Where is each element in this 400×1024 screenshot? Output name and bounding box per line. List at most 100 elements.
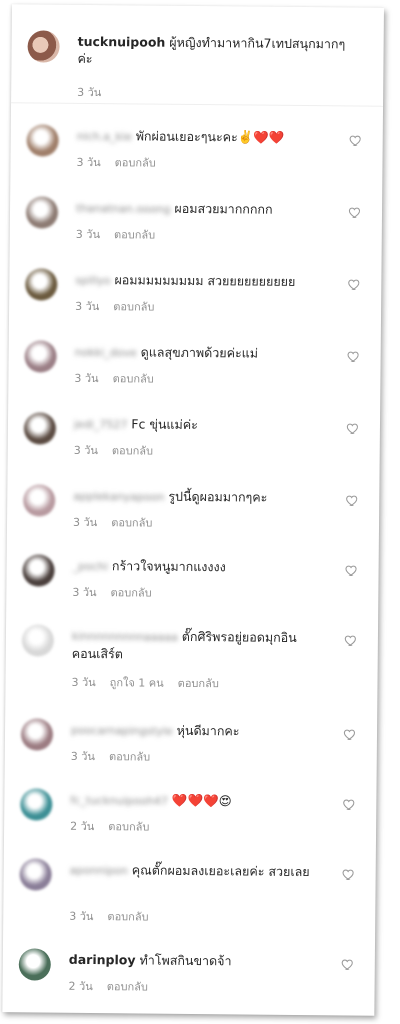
like-heart-icon[interactable] [345,563,359,577]
reply-button[interactable]: ตอบกลับ [112,444,153,457]
reply-button[interactable]: ตอบกลับ [107,980,148,993]
comment-meta: 3 วัน ตอบกลับ [71,747,164,766]
comment-username[interactable]: thanatnan.ooong [76,200,171,218]
comment-row: spillyo ผอมมมมมมมมม สวยยยยยยยยยย 3 วัน ตอบก… [9,260,382,334]
comment-text: หุ่นดีมากคะ [176,722,240,739]
like-heart-icon[interactable] [347,277,361,291]
reply-button[interactable]: ตอบกลับ [111,516,152,529]
comment-text: ผอมมมมมมมมม สวยยยยยยยยยย [114,272,296,289]
comment-row: darinploy ทำโพสกินขาดจ้า 2 วัน ตอบกลับ [2,940,375,1014]
like-heart-icon[interactable] [346,421,360,435]
like-heart-icon[interactable] [343,727,357,741]
reply-button[interactable]: ตอบกลับ [113,300,154,313]
comment-avatar[interactable] [19,858,52,891]
comment-avatar[interactable] [22,554,55,587]
comment-username[interactable]: _pochi [73,558,108,575]
comment-row: thanatnan.ooong ผอมสวยมากกกกก 3 วัน ตอบกลับ [10,188,383,262]
comment-username[interactable]: poocarnapingstyle [71,722,173,740]
comment-body: _pochi กร้าวใจหนูมากแงงงง [73,557,343,578]
comment-time: 3 วัน [71,675,96,690]
post-caption-block: tucknuipooh ผู้หญิงทำมาหากิน7เทปสนุกมากๆค… [11,4,384,108]
post-username[interactable]: tucknuipooh [78,34,166,50]
reply-button[interactable]: ตอบกลับ [107,910,148,923]
reply-button[interactable]: ตอบกลับ [108,820,149,833]
comment-avatar[interactable] [20,718,54,751]
comment-username[interactable]: nich.a_kie [77,128,132,146]
like-heart-icon[interactable] [349,133,363,147]
comment-time: 3 วัน [72,515,98,530]
comment-time: 3 วัน [73,443,98,458]
post-avatar[interactable] [27,30,60,63]
comment-username[interactable]: jedi_7527 [74,416,128,434]
comment-text: ❤️❤️❤️😍 [171,792,232,809]
comment-time: 3 วัน [70,749,96,764]
comment-avatar[interactable] [18,948,51,981]
reply-button[interactable]: ตอบกลับ [113,372,154,385]
comment-avatar[interactable] [25,268,58,301]
comment-time: 3 วัน [69,909,94,924]
comment-username[interactable]: aponnipon [70,862,128,880]
reply-button[interactable]: ตอบกลับ [178,677,219,690]
like-heart-icon[interactable] [348,205,362,219]
comment-text: Fc ขุ่นแม่ค่ะ [131,416,198,433]
comment-time: 2 วัน [70,819,95,834]
comment-body: jedi_7527 Fc ขุ่นแม่ค่ะ [74,415,344,436]
comment-text: กร้าวใจหนูมากแงงงง [111,558,226,575]
comment-meta: 3 วัน ตอบกลับ [76,225,169,244]
comment-username[interactable]: darinploy [69,952,136,968]
comment-meta: 3 วัน ตอบกลับ [69,907,162,926]
comment-body: spillyo ผอมมมมมมมมม สวยยยยยยยยยย [75,271,345,292]
reply-button[interactable]: ตอบกลับ [114,228,155,241]
comment-text: ผอมสวยมากกกกก [174,200,273,217]
comment-time: 2 วัน [68,979,93,994]
reply-button[interactable]: ตอบกลับ [115,156,156,169]
comment-meta: 3 วัน ตอบกลับ [75,297,168,316]
comment-time: 3 วัน [76,155,101,170]
like-heart-icon[interactable] [344,633,358,647]
comment-body: aponnipon คุณตั๊กผอมลงเยอะเลยค่ะ สวยเลย [70,861,340,882]
like-heart-icon[interactable] [345,493,359,507]
like-heart-icon[interactable] [347,349,361,363]
comment-avatar[interactable] [24,340,57,373]
comment-time: 3 วัน [72,585,97,600]
comment-sheet: tucknuipooh ผู้หญิงทำมาหากิน7เทปสนุกมากๆค… [2,4,384,1016]
comment-row: _pochi กร้าวใจหนูมากแงงงง 3 วัน ตอบกลับ [6,546,379,620]
comment-avatar[interactable] [25,196,59,229]
comment-time: 3 วัน [75,227,101,242]
comment-meta: 3 วัน ตอบกลับ [74,369,167,388]
comment-text: ทำโพสกินขาดจ้า [139,952,232,969]
comment-avatar[interactable] [26,124,59,157]
comment-likes[interactable]: ถูกใจ 1 คน [110,676,164,690]
comment-avatar[interactable] [23,412,57,445]
comment-avatar[interactable] [23,484,56,517]
comment-username[interactable]: fc_tucknuipooh47 [70,792,168,810]
comment-username[interactable]: applekanyapoon [73,488,164,506]
comment-row: applekanyapoon รูปนี้ดูผอมมากๆคะ 3 วัน ตอบก… [7,476,380,550]
comment-meta: 3 วัน ตอบกลับ [74,441,167,460]
comment-body: poocarnapingstyle หุ่นดีมากคะ [71,721,341,742]
comment-avatar[interactable] [20,788,53,821]
reply-button[interactable]: ตอบกลับ [109,750,150,763]
reply-button[interactable]: ตอบกลับ [111,586,152,599]
comment-row: nokki_dove ดูแลสุขภาพด้วยค่ะแม่ 3 วัน ตอบกล… [8,332,381,406]
comment-meta: 2 วัน ตอบกลับ [69,977,162,996]
comment-row: nich.a_kie พักผ่อนเยอะๆนะคะ✌️❤️❤️ 3 วัน ตอบ… [10,116,383,190]
comment-row: aponnipon คุณตั๊กผอมลงเยอะเลยค่ะ สวยเลย 3 … [3,850,376,924]
comment-row: fc_tucknuipooh47 ❤️❤️❤️😍 2 วัน ตอบกลับ [4,780,377,854]
comment-text: ดูแลสุขภาพด้วยค่ะแม่ [140,344,259,361]
comment-body: applekanyapoon รูปนี้ดูผอมมากๆคะ [73,487,343,508]
like-heart-icon[interactable] [341,957,355,971]
comment-avatar[interactable] [21,624,55,657]
comment-time: 3 วัน [75,299,100,314]
comment-username[interactable]: kinnnnnnnnnaaaaa [72,628,178,646]
like-heart-icon[interactable] [342,867,356,881]
comment-username[interactable]: spillyo [75,272,110,289]
comment-text: รูปนี้ดูผอมมากๆคะ [168,488,268,505]
comment-body: nich.a_kie พักผ่อนเยอะๆนะคะ✌️❤️❤️ [77,127,347,148]
comment-meta: 2 วัน ตอบกลับ [70,817,163,836]
comment-body: nokki_dove ดูแลสุขภาพด้วยค่ะแม่ [75,343,345,364]
comment-body: fc_tucknuipooh47 ❤️❤️❤️😍 [70,791,340,812]
like-heart-icon[interactable] [342,797,356,811]
comment-username[interactable]: nokki_dove [75,344,137,362]
comment-body: kinnnnnnnnnaaaaa ตั๊กศิริพรอยู่ยอดมุกอินค… [72,627,342,665]
